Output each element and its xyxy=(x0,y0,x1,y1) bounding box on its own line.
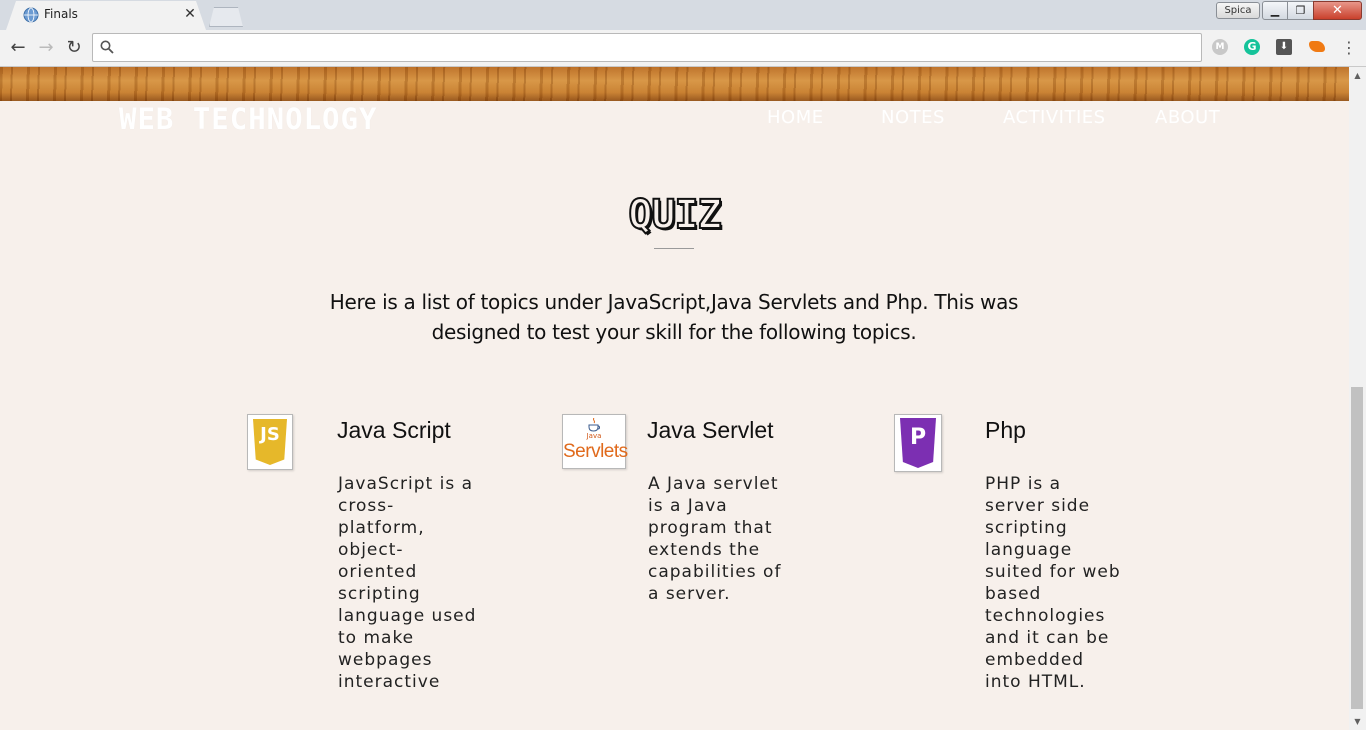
nav-home-link[interactable]: HOME xyxy=(767,107,824,128)
topic-title-javascript[interactable]: Java Script xyxy=(337,417,451,444)
php-logo-text: P xyxy=(909,425,927,450)
topic-description-php: PHP is a server side scripting language … xyxy=(985,474,1121,692)
window-minimize-button[interactable]: ▁ xyxy=(1262,1,1288,20)
servlets-logo-text: Servlets xyxy=(563,441,628,462)
restore-icon: ❐ xyxy=(1295,4,1306,17)
window-restore-button[interactable]: ❐ xyxy=(1287,1,1314,20)
topic-description-java-servlet: A Java servlet is a Java program that ex… xyxy=(648,474,782,604)
new-tab-button[interactable] xyxy=(209,7,243,27)
globe-icon xyxy=(23,7,39,23)
site-header: WEB TECHNOLOGY HOME NOTES ACTIVITIES ABO… xyxy=(0,101,1349,141)
javascript-logo-icon[interactable]: JS xyxy=(247,414,293,470)
page-viewport: WEB TECHNOLOGY HOME NOTES ACTIVITIES ABO… xyxy=(0,67,1349,730)
topic-description-javascript: JavaScript is a cross-platform, object-o… xyxy=(338,474,477,692)
java-cup-icon xyxy=(588,418,600,432)
page-title: QUIZ xyxy=(627,191,722,239)
close-icon: ✕ xyxy=(1332,3,1343,18)
orange-extension-icon[interactable] xyxy=(1309,41,1325,52)
reload-icon[interactable]: ↻ xyxy=(62,36,86,60)
search-icon xyxy=(100,40,114,54)
php-logo-icon[interactable]: P xyxy=(894,414,942,472)
scroll-up-icon[interactable]: ▲ xyxy=(1349,67,1366,84)
intro-text: Here is a list of topics under JavaScrip… xyxy=(329,290,1019,344)
scroll-thumb[interactable] xyxy=(1351,387,1363,709)
topic-title-php[interactable]: Php xyxy=(985,417,1026,444)
address-input[interactable] xyxy=(121,37,1185,59)
title-divider xyxy=(654,248,694,249)
page-scrollbar[interactable]: ▲ ▼ xyxy=(1349,67,1366,730)
site-brand[interactable]: WEB TECHNOLOGY xyxy=(119,102,377,136)
nav-about-link[interactable]: ABOUT xyxy=(1155,107,1220,128)
profile-button[interactable]: Spica xyxy=(1216,2,1260,19)
nav-notes-link[interactable]: NOTES xyxy=(881,107,945,128)
browser-toolbar: ← → ↻ M G ⬇ ⋮ xyxy=(0,30,1366,67)
browser-tab-strip: Finals ✕ Spica ▁ ❐ ✕ xyxy=(0,0,1366,30)
address-bar[interactable] xyxy=(92,33,1202,62)
scroll-down-icon[interactable]: ▼ xyxy=(1349,713,1366,730)
minimize-icon: ▁ xyxy=(1270,4,1280,17)
browser-tab-title: Finals xyxy=(44,7,78,21)
wood-banner-image xyxy=(0,67,1349,101)
browser-menu-icon[interactable]: ⋮ xyxy=(1341,37,1357,59)
servlets-logo-java-text: Java xyxy=(586,432,602,440)
tab-close-icon[interactable]: ✕ xyxy=(182,4,198,24)
download-extension-icon[interactable]: ⬇ xyxy=(1276,39,1292,55)
back-arrow-icon[interactable]: ← xyxy=(6,36,30,60)
nav-activities-link[interactable]: ACTIVITIES xyxy=(1003,107,1106,128)
topic-title-java-servlet[interactable]: Java Servlet xyxy=(647,417,774,444)
window-close-button[interactable]: ✕ xyxy=(1313,1,1362,20)
grammarly-icon[interactable]: G xyxy=(1244,39,1260,55)
javascript-logo-text: JS xyxy=(260,424,280,445)
java-servlets-logo-icon[interactable]: Java Servlets xyxy=(562,414,628,469)
extension-m-icon[interactable]: M xyxy=(1212,39,1228,55)
forward-arrow-icon[interactable]: → xyxy=(34,36,58,60)
